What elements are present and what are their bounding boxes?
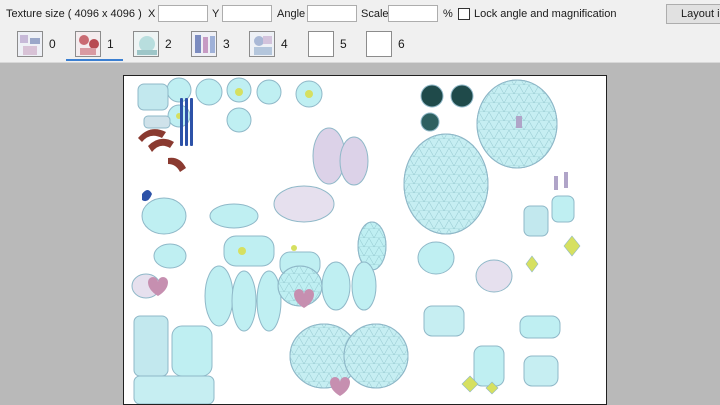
x-label: X xyxy=(148,8,156,20)
tab-label: 2 xyxy=(165,37,172,51)
layout-button[interactable]: Layout in xyxy=(666,4,720,24)
x-input[interactable] xyxy=(158,5,208,22)
scale-input[interactable] xyxy=(388,5,438,22)
uv-texture-map[interactable] xyxy=(123,75,607,405)
angle-input[interactable] xyxy=(307,5,357,22)
texture-thumbnail xyxy=(308,31,334,57)
tab-label: 3 xyxy=(223,37,230,51)
toolbar: Texture size ( 4096 x 4096 ) X Y Angle S… xyxy=(0,0,720,28)
percent-label: % xyxy=(443,8,453,20)
texture-thumbnail xyxy=(249,31,275,57)
y-input[interactable] xyxy=(222,5,272,22)
uv-canvas-area[interactable] xyxy=(0,63,720,405)
tab-label: 6 xyxy=(398,37,405,51)
tab-label: 0 xyxy=(49,37,56,51)
lock-checkbox[interactable] xyxy=(458,8,470,20)
y-label: Y xyxy=(212,8,220,20)
texture-thumbnail xyxy=(191,31,217,57)
texture-tabs: 0 1 2 3 4 5 6 xyxy=(0,28,720,63)
tab-label: 5 xyxy=(340,37,347,51)
uv-layout-graphic xyxy=(131,77,581,404)
texture-size-label: Texture size ( 4096 x 4096 ) xyxy=(6,8,142,20)
selected-tab-indicator xyxy=(66,59,123,61)
angle-label: Angle xyxy=(277,8,306,20)
tab-label: 4 xyxy=(281,37,288,51)
texture-thumbnail xyxy=(366,31,392,57)
texture-thumbnail xyxy=(75,31,101,57)
scale-label: Scale xyxy=(361,8,389,20)
texture-thumbnail xyxy=(17,31,43,57)
texture-thumbnail xyxy=(133,31,159,57)
tab-label: 1 xyxy=(107,37,114,51)
lock-label: Lock angle and magnification xyxy=(474,8,617,20)
